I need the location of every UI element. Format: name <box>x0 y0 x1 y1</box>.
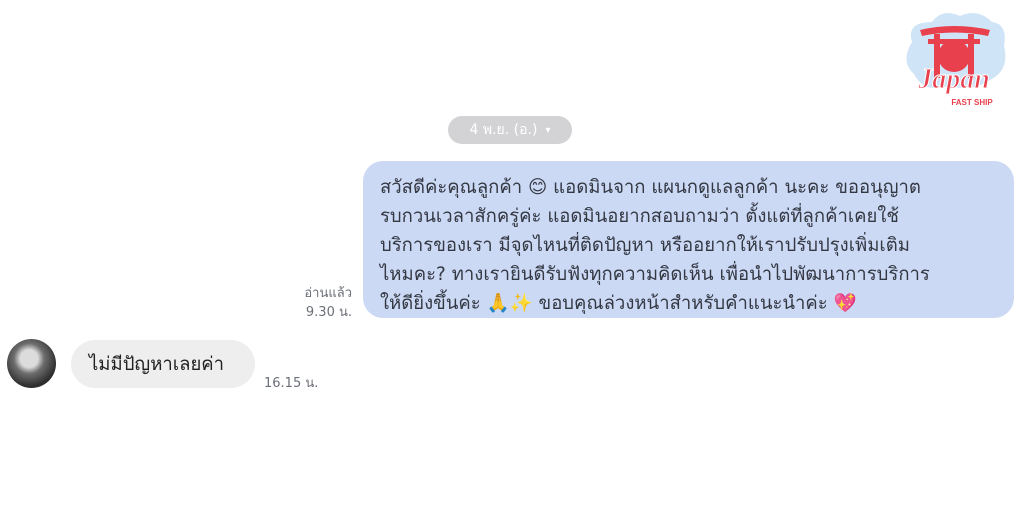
svg-text:Japan: Japan <box>917 64 990 95</box>
message-line: บริการของเรา มีจุดไหนที่ติดปัญหา หรืออยา… <box>380 235 910 256</box>
message-time: 9.30 น. <box>305 305 352 320</box>
avatar[interactable] <box>7 339 56 388</box>
svg-text:FAST SHIP: FAST SHIP <box>951 98 993 107</box>
message-line: ให้ดียิ่งขึ้นค่ะ 🙏✨ ขอบคุณล่วงหน้าสำหรับ… <box>380 293 857 314</box>
message-line: สวัสดีค่ะคุณลูกค้า 😊 แอดมินจาก แผนกดูแลล… <box>380 177 921 198</box>
chevron-down-icon: ▾ <box>545 124 551 136</box>
outgoing-message-meta: อ่านแล้ว 9.30 น. <box>304 284 352 322</box>
read-status: อ่านแล้ว <box>304 286 352 301</box>
message-text: ไม่มีปัญหาเลยค่า <box>89 353 225 375</box>
japan-fast-ship-logo: Japan FAST SHIP <box>906 13 1006 107</box>
message-time: 16.15 น. <box>264 376 319 391</box>
message-line: ไหมคะ? ทางเรายินดีรับฟังทุกความคิดเห็น เ… <box>380 264 930 285</box>
message-line: รบกวนเวลาสักครู่ค่ะ แอดมินอยากสอบถามว่า … <box>380 206 899 227</box>
outgoing-message-bubble[interactable]: สวัสดีค่ะคุณลูกค้า 😊 แอดมินจาก แผนกดูแลล… <box>363 161 1014 318</box>
date-separator-pill[interactable]: 4 พ.ย. (อ.) ▾ <box>448 116 572 144</box>
incoming-message-bubble[interactable]: ไม่มีปัญหาเลยค่า <box>71 340 255 388</box>
date-label: 4 พ.ย. (อ.) <box>469 122 538 138</box>
